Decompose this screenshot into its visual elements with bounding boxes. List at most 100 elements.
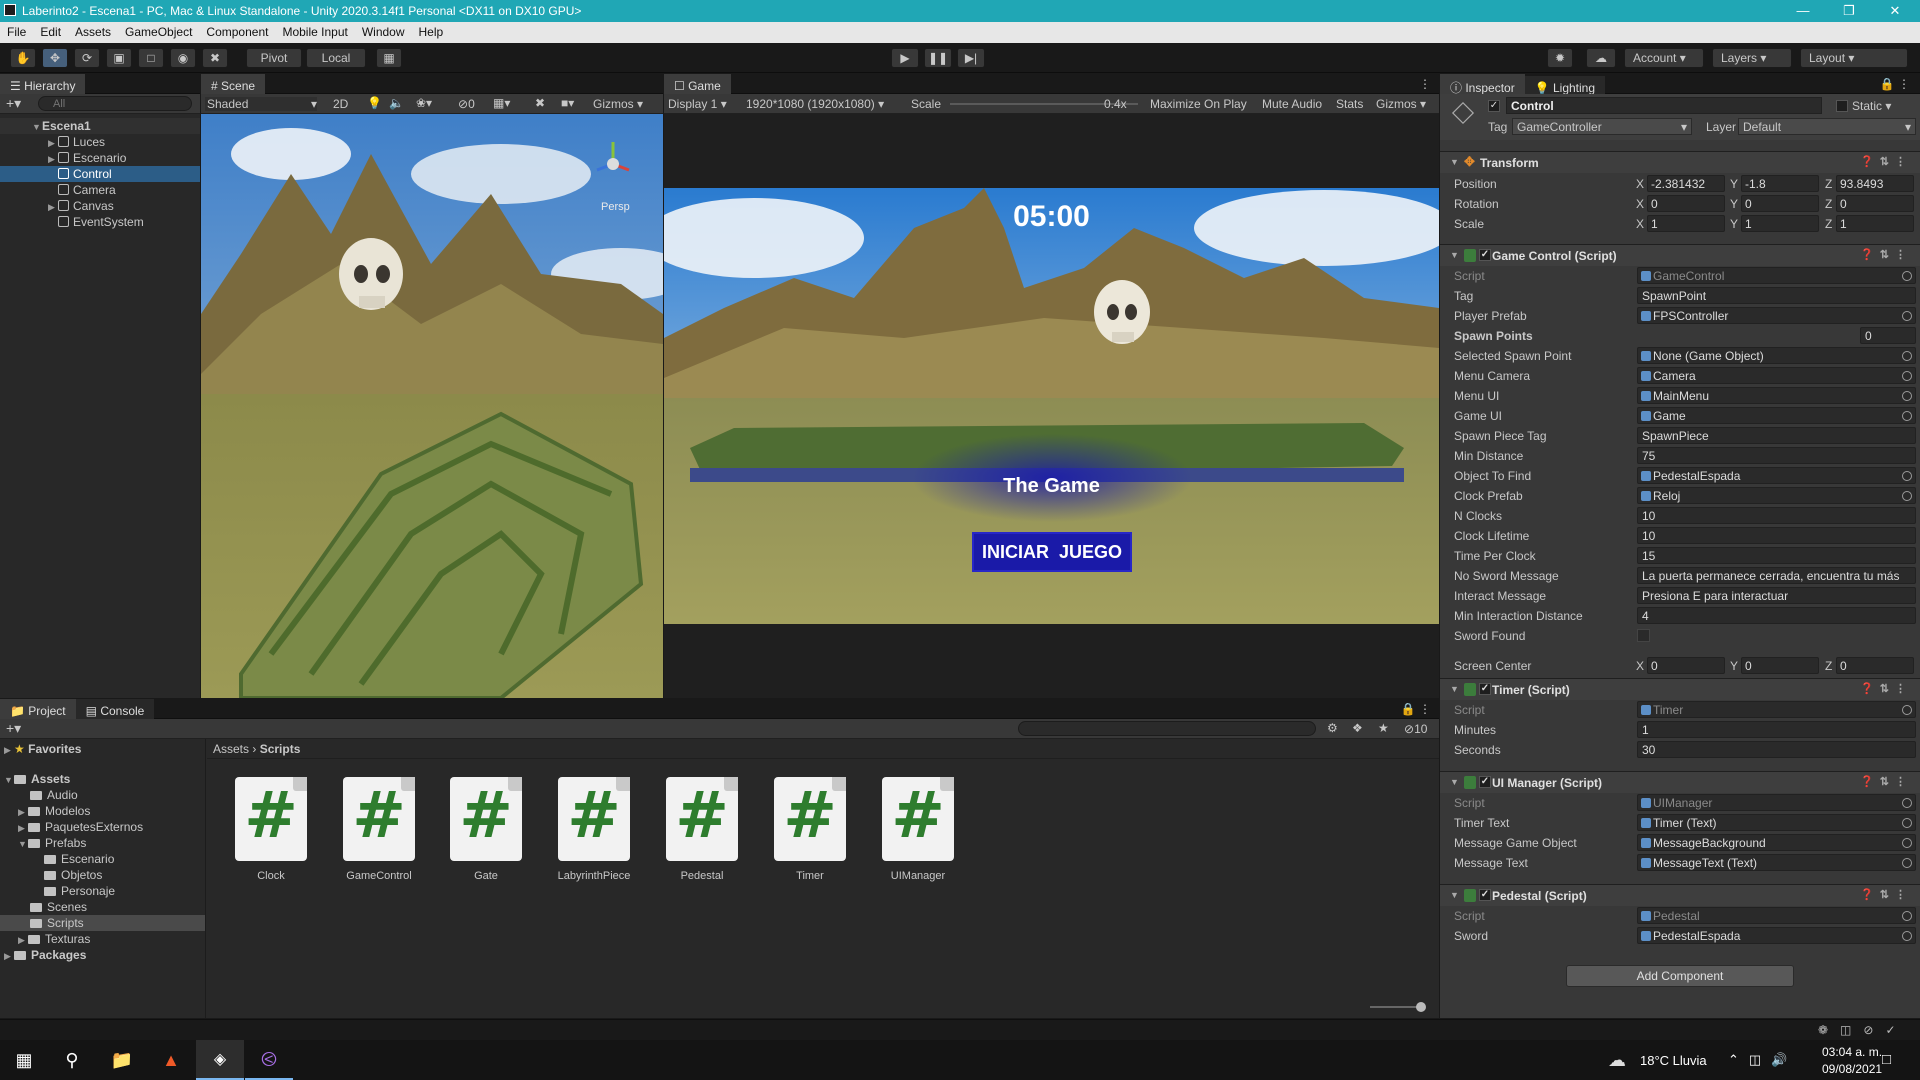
object-picker-icon[interactable] [1902, 911, 1912, 921]
resolution-dropdown[interactable]: 1920*1080 (1920x1080) ▾ [746, 97, 884, 111]
component-enabled-checkbox[interactable]: ✓ [1479, 683, 1491, 695]
object-picker-icon[interactable] [1902, 411, 1912, 421]
rotation-x-field[interactable]: 0 [1647, 195, 1725, 212]
weather-text[interactable]: 18°C Lluvia [1640, 1053, 1707, 1068]
hidden-packages-toggle[interactable]: ⊘10 [1404, 722, 1427, 736]
shading-mode-dropdown[interactable]: Shaded ▾ [205, 97, 317, 111]
notifications-icon[interactable]: □ [1882, 1051, 1891, 1068]
object-picker-icon[interactable] [1902, 838, 1912, 848]
display-dropdown[interactable]: Display 1 ▾ [668, 97, 727, 111]
tab-lighting[interactable]: 💡 Lighting [1524, 76, 1606, 96]
menu-gameobject[interactable]: GameObject [118, 22, 199, 39]
step-button[interactable]: ▶| [957, 48, 985, 68]
mute-audio-toggle[interactable]: Mute Audio [1262, 97, 1322, 111]
object-picker-icon[interactable] [1902, 705, 1912, 715]
add-component-button[interactable]: Add Component [1566, 965, 1794, 987]
audio-toggle-icon[interactable]: 🔈 [389, 96, 404, 110]
object-picker-icon[interactable] [1902, 931, 1912, 941]
hierarchy-search-input[interactable] [38, 96, 192, 111]
tree-objetos[interactable]: Objetos [0, 867, 205, 883]
layers-dropdown[interactable]: Layers ▾ [1712, 48, 1792, 68]
tree-texturas[interactable]: ▶ Texturas [0, 931, 205, 947]
object-picker-icon[interactable] [1902, 371, 1912, 381]
add-icon[interactable]: +▾ [6, 95, 21, 112]
clock-prefab-field[interactable]: Reloj [1637, 487, 1916, 504]
object-picker-icon[interactable] [1902, 311, 1912, 321]
favorite-star-icon[interactable]: ★ [1378, 721, 1389, 735]
component-menu-icon[interactable]: ❓⇅⋮ [1860, 155, 1912, 168]
interact-message-field[interactable]: Presiona E para interactuar [1637, 587, 1916, 604]
selected-spawn-point-field[interactable]: None (Game Object) [1637, 347, 1916, 364]
asset-timer[interactable]: # Timer [770, 777, 850, 882]
layout-dropdown[interactable]: Layout ▾ [1800, 48, 1908, 68]
hierarchy-item-eventsystem[interactable]: EventSystem [0, 214, 200, 230]
transform-header[interactable]: ▼ ✥ Transform ❓⇅⋮ [1440, 151, 1920, 173]
asset-gate[interactable]: # Gate [446, 777, 526, 882]
grid-toggle-icon[interactable]: ▦▾ [493, 96, 510, 110]
weather-icon[interactable]: ☁ [1608, 1050, 1626, 1071]
n-clocks-field[interactable]: 10 [1637, 507, 1916, 524]
unity-taskbar-icon[interactable]: ◈ [196, 1040, 244, 1080]
tree-escenario[interactable]: Escenario [0, 851, 205, 867]
camera-settings-icon[interactable]: ■▾ [561, 96, 574, 110]
account-dropdown[interactable]: Account ▾ [1624, 48, 1704, 68]
tree-prefabs[interactable]: ▼ Prefabs [0, 835, 205, 851]
tab-console[interactable]: ▤ Console [75, 699, 155, 719]
lighting-toggle-icon[interactable]: 💡 [367, 96, 382, 110]
layer-dropdown[interactable]: Default ▾ [1738, 118, 1916, 135]
timer-header[interactable]: ▼ ✓ Timer (Script) ❓⇅⋮ [1440, 678, 1920, 700]
hierarchy-item-camera[interactable]: Camera [0, 182, 200, 198]
menu-camera-field[interactable]: Camera [1637, 367, 1916, 384]
project-lock-icon[interactable]: 🔒 ⋮ [1401, 702, 1431, 716]
hidden-objects-toggle[interactable]: ⊘0 [458, 97, 475, 111]
scene-viewport[interactable]: Persp [201, 114, 663, 698]
menu-file[interactable]: File [0, 22, 33, 39]
grid-snap-icon[interactable]: ▦ [376, 48, 402, 68]
asset-labyrinthpiece[interactable]: # LabyrinthPiece [554, 777, 634, 882]
component-menu-icon[interactable]: ❓⇅⋮ [1860, 682, 1912, 695]
favorites-row[interactable]: ▶ ★ Favorites [0, 741, 205, 757]
search-icon[interactable]: ⚲ [48, 1040, 96, 1080]
breadcrumb-scripts[interactable]: Scripts [260, 742, 301, 756]
menu-help[interactable]: Help [412, 22, 451, 39]
menu-edit[interactable]: Edit [33, 22, 68, 39]
minutes-field[interactable]: 1 [1637, 721, 1916, 738]
tree-audio[interactable]: Audio [0, 787, 205, 803]
component-menu-icon[interactable]: ❓⇅⋮ [1860, 775, 1912, 788]
tab-hierarchy[interactable]: ☰ Hierarchy [0, 74, 86, 94]
scale-x-field[interactable]: 1 [1647, 215, 1725, 232]
object-to-find-field[interactable]: PedestalEspada [1637, 467, 1916, 484]
tree-scenes[interactable]: Scenes [0, 899, 205, 915]
message-game-object-field[interactable]: MessageBackground [1637, 834, 1916, 851]
tab-game[interactable]: ☐ Game [664, 74, 731, 94]
transform-tool-icon[interactable]: ◉ [170, 48, 196, 68]
seconds-field[interactable]: 30 [1637, 741, 1916, 758]
effects-toggle-icon[interactable]: ❀▾ [416, 96, 432, 110]
asset-uimanager[interactable]: # UIManager [878, 777, 958, 882]
asset-clock[interactable]: # Clock [231, 777, 311, 882]
active-checkbox[interactable]: ✓ [1488, 100, 1500, 112]
sword-field[interactable]: PedestalEspada [1637, 927, 1916, 944]
hierarchy-item-control[interactable]: Control [0, 166, 200, 182]
stats-toggle[interactable]: Stats [1336, 97, 1363, 111]
ui-manager-header[interactable]: ▼ ✓ UI Manager (Script) ❓⇅⋮ [1440, 771, 1920, 793]
tree-personaje[interactable]: Personaje [0, 883, 205, 899]
object-picker-icon[interactable] [1902, 351, 1912, 361]
pivot-toggle[interactable]: Pivot [246, 48, 302, 68]
tree-assets[interactable]: ▼ Assets [0, 771, 205, 787]
menu-ui-field[interactable]: MainMenu [1637, 387, 1916, 404]
create-asset-icon[interactable]: +▾ [6, 720, 21, 737]
component-menu-icon[interactable]: ❓⇅⋮ [1860, 888, 1912, 901]
object-picker-icon[interactable] [1902, 491, 1912, 501]
spawn-piece-tag-field[interactable]: SpawnPiece [1637, 427, 1916, 444]
tag-dropdown[interactable]: GameController ▾ [1512, 118, 1692, 135]
time-per-clock-field[interactable]: 15 [1637, 547, 1916, 564]
custom-tool-icon[interactable]: ✖ [202, 48, 228, 68]
inspector-lock-icon[interactable]: 🔒 ⋮ [1880, 77, 1910, 91]
asset-pedestal[interactable]: # Pedestal [662, 777, 742, 882]
tray-icons[interactable]: ⌃◫🔊 [1728, 1052, 1797, 1068]
project-search-input[interactable] [1018, 721, 1316, 736]
pedestal-header[interactable]: ▼ ✓ Pedestal (Script) ❓⇅⋮ [1440, 884, 1920, 906]
clock-lifetime-field[interactable]: 10 [1637, 527, 1916, 544]
filter-type-icon[interactable]: ⚙ [1327, 721, 1338, 735]
